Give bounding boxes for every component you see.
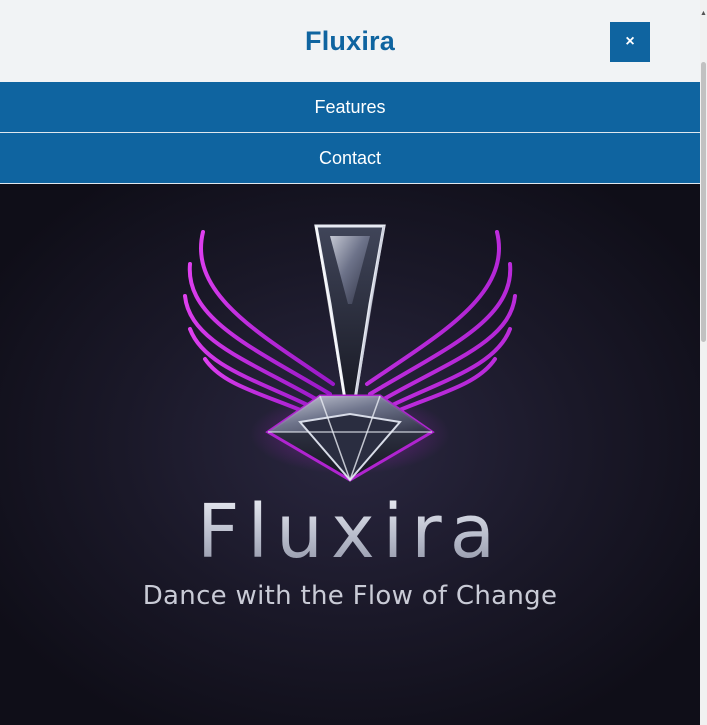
page: Fluxira × Features Contact Fluxira Dance… — [0, 0, 700, 725]
close-menu-button[interactable]: × — [610, 22, 650, 62]
nav-item-contact[interactable]: Contact — [0, 133, 700, 184]
brand-title[interactable]: Fluxira — [305, 26, 395, 57]
vertical-scrollbar[interactable]: ▲ — [700, 0, 707, 725]
close-icon: × — [625, 33, 635, 50]
hero-tagline: Dance with the Flow of Change — [142, 581, 558, 611]
hero-title: Fluxira — [0, 489, 700, 575]
scrollbar-thumb[interactable] — [701, 62, 706, 342]
viewport: Fluxira × Features Contact Fluxira Dance… — [0, 0, 707, 725]
scroll-up-arrow-icon[interactable]: ▲ — [700, 10, 707, 18]
mobile-nav-menu: Features Contact — [0, 82, 700, 184]
winged-crystal-logo-icon — [183, 224, 517, 482]
nav-item-features[interactable]: Features — [0, 82, 700, 133]
header: Fluxira × — [0, 0, 700, 82]
hero-banner: Fluxira Dance with the Flow of Change — [0, 184, 700, 725]
